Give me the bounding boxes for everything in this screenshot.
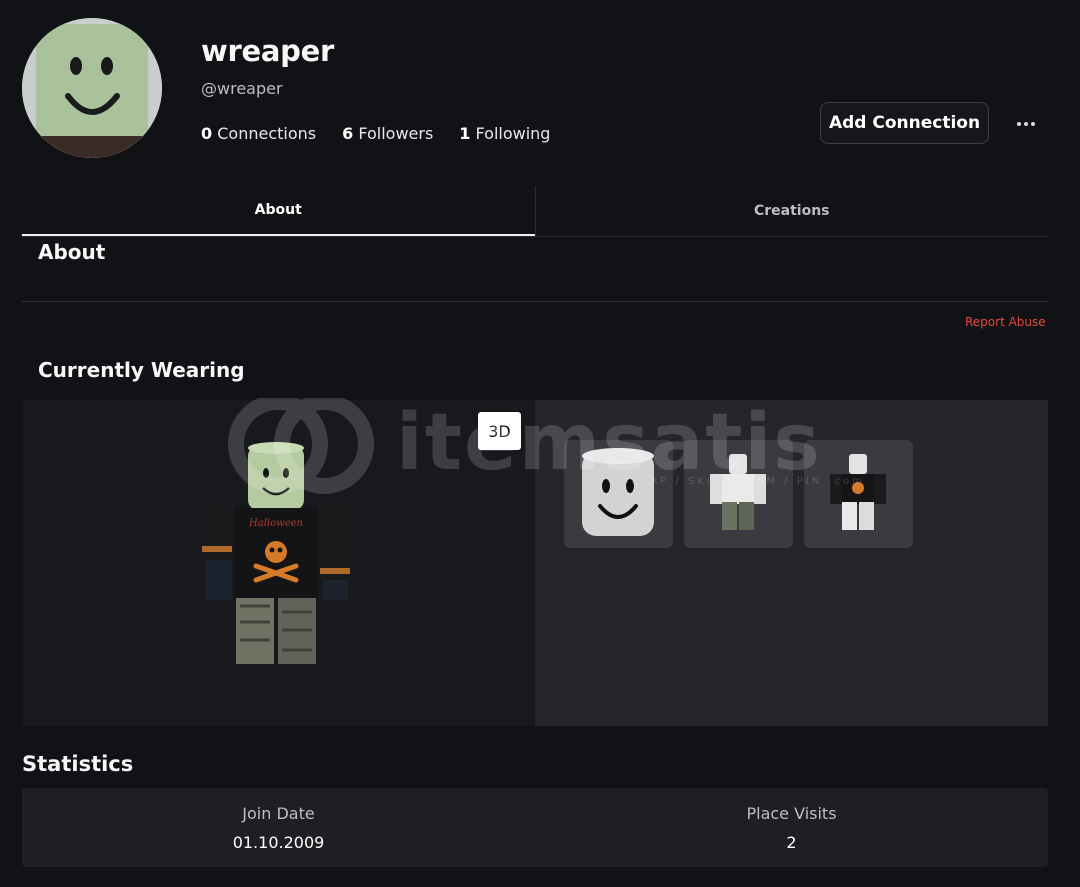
join-date-stat: Join Date 01.10.2009 [22,788,535,867]
about-divider [22,301,1048,302]
report-abuse-link[interactable]: Report Abuse [965,315,1046,329]
ellipsis-icon[interactable] [1011,110,1041,138]
join-date-value: 01.10.2009 [232,833,325,852]
display-name: wreaper [201,34,334,68]
place-visits-stat: Place Visits 2 [535,788,1048,867]
social-stats: 0 Connections 6 Followers 1 Following [201,124,576,143]
shirt-figure-icon [830,454,886,530]
following-label: Following [475,124,551,143]
worn-items-panel [535,400,1048,726]
connections-label: Connections [217,124,317,143]
username-handle: @wreaper [201,79,283,98]
connections-stat[interactable]: 0 Connections [201,124,316,143]
avatar-3d-viewer[interactable]: Halloween [22,400,535,726]
place-visits-value: 2 [786,833,797,852]
profile-avatar [22,18,162,158]
place-visits-label: Place Visits [746,804,837,823]
worn-item-pants[interactable] [684,440,793,548]
worn-item-head[interactable] [564,440,673,548]
about-heading: About [38,240,106,264]
statistics-box: Join Date 01.10.2009 Place Visits 2 [22,788,1048,867]
currently-wearing-heading: Currently Wearing [38,358,245,382]
smiley-head-icon [582,448,654,536]
pants-figure-icon [710,454,766,530]
svg-text:Halloween: Halloween [248,518,303,529]
add-connection-button[interactable]: Add Connection [820,102,989,144]
avatar-figure: Halloween [200,442,352,664]
connections-count: 0 [201,124,213,143]
following-stat[interactable]: 1 Following [459,124,550,143]
tab-about[interactable]: About [22,186,535,236]
statistics-heading: Statistics [22,752,134,776]
followers-label: Followers [358,124,434,143]
followers-count: 6 [342,124,354,143]
tab-creations[interactable]: Creations [534,186,1049,236]
following-count: 1 [459,124,471,143]
profile-tabs: About Creations [22,186,1048,237]
worn-item-shirt[interactable] [804,440,913,548]
toggle-3d-button[interactable]: 3D [478,412,521,450]
followers-stat[interactable]: 6 Followers [342,124,433,143]
join-date-label: Join Date [242,804,315,823]
